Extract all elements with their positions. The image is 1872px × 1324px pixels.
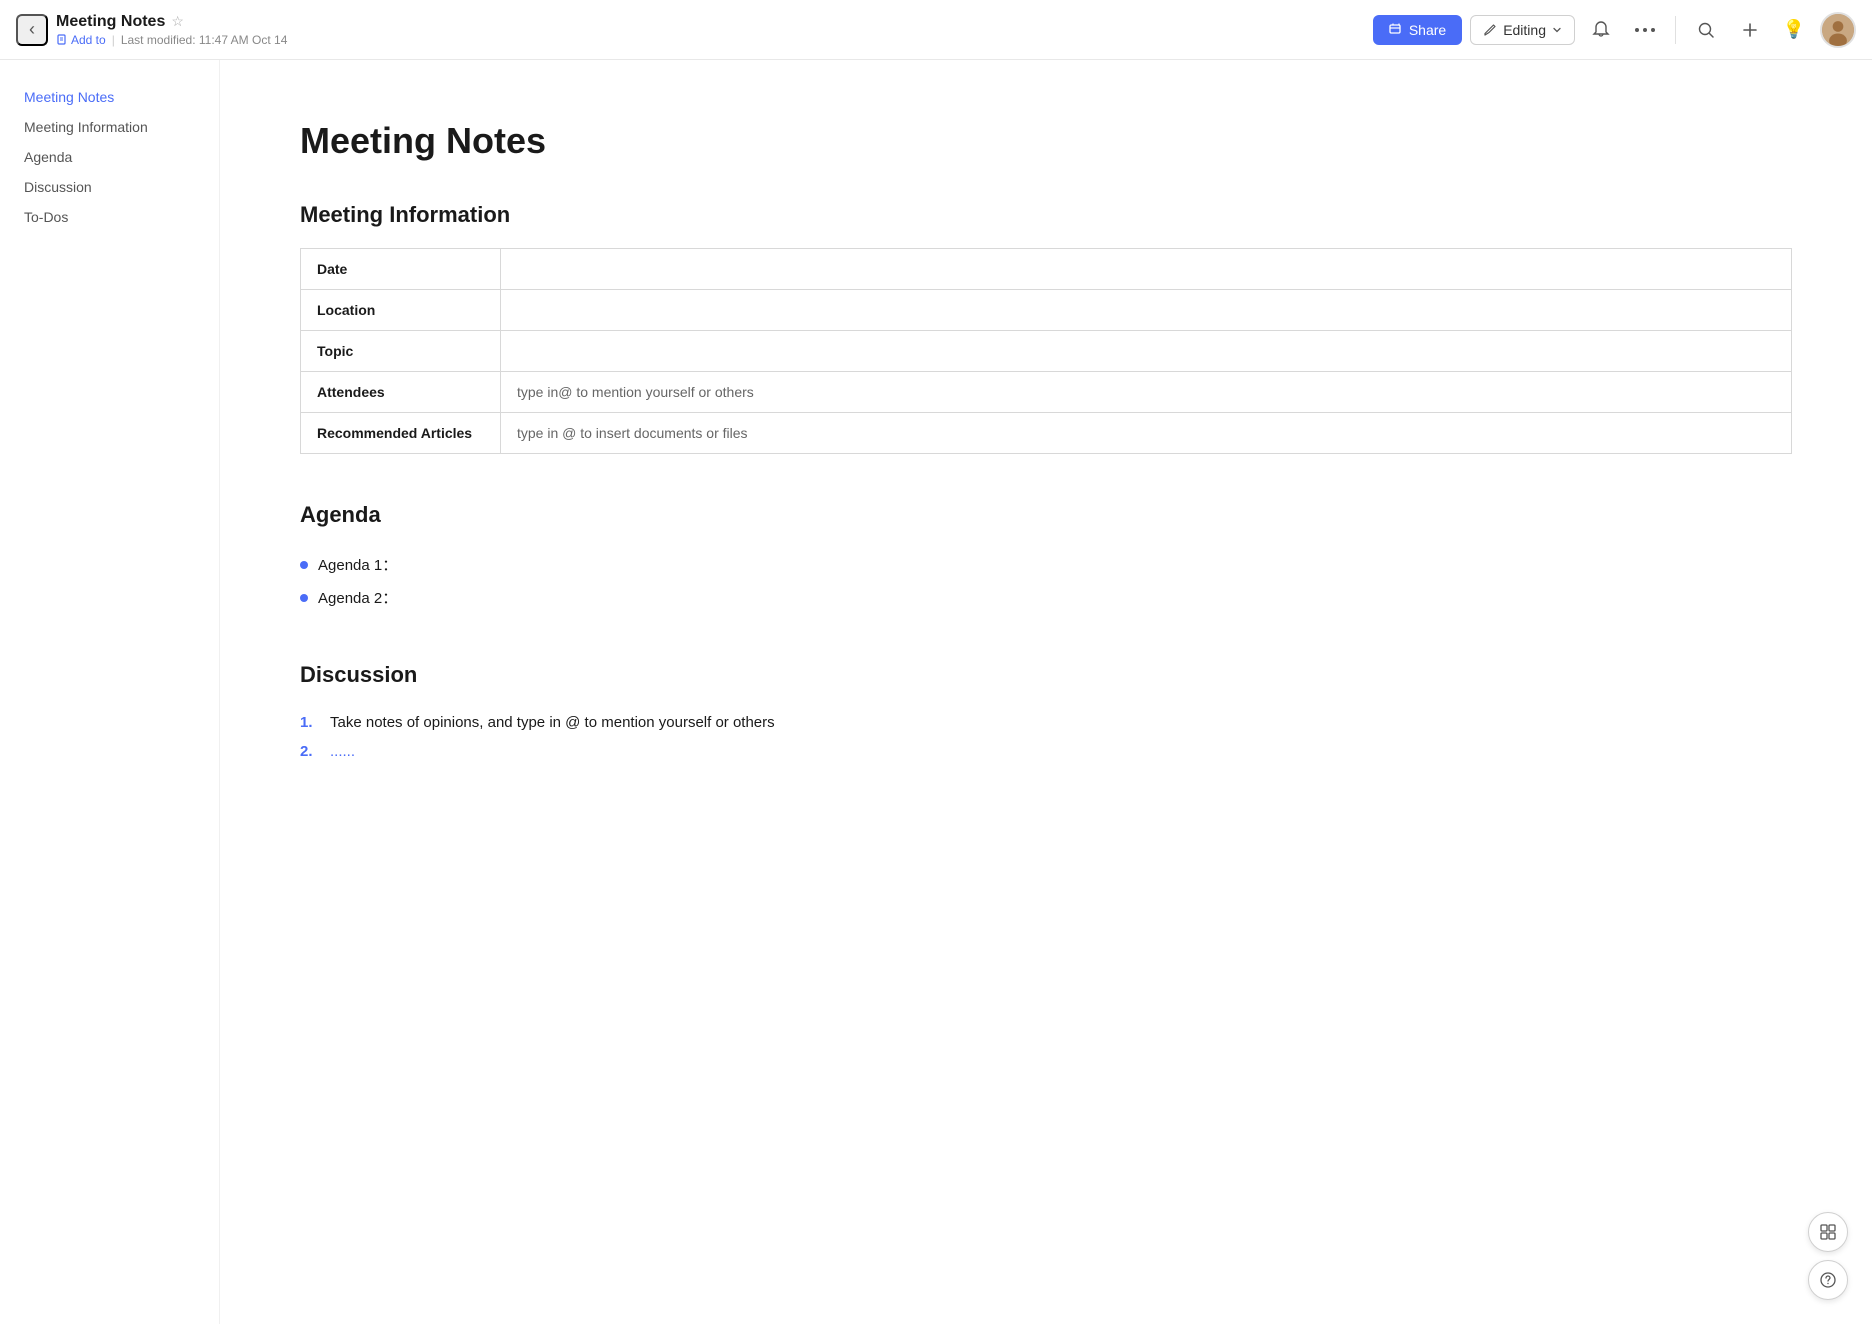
recommended-articles-label: Recommended Articles <box>301 413 501 454</box>
help-button[interactable] <box>1808 1260 1848 1300</box>
list-item: 1. Take notes of opinions, and type in @… <box>300 708 1792 737</box>
more-icon <box>1635 27 1655 33</box>
discussion-num-2: 2. <box>300 743 320 760</box>
add-to-link[interactable]: Add to <box>56 33 106 47</box>
plus-icon <box>1741 21 1759 39</box>
sidebar-item-meeting-notes[interactable]: Meeting Notes <box>16 84 203 110</box>
sidebar-item-todos[interactable]: To-Dos <box>16 204 203 230</box>
agenda-item-2[interactable]: Agenda 2： <box>318 587 397 608</box>
avatar[interactable] <box>1820 12 1856 48</box>
date-label: Date <box>301 249 501 290</box>
bulb-icon: 💡 <box>1783 19 1805 40</box>
table-row: Recommended Articles type in @ to insert… <box>301 413 1792 454</box>
bulb-button[interactable]: 💡 <box>1776 12 1812 48</box>
list-item: Agenda 1： <box>300 548 1792 581</box>
agenda-item-1[interactable]: Agenda 1： <box>318 554 397 575</box>
last-modified: Last modified: 11:47 AM Oct 14 <box>121 33 288 47</box>
back-button[interactable]: ‹ <box>16 14 48 46</box>
header: ‹ Meeting Notes ☆ Add to | Last modified… <box>0 0 1872 60</box>
sidebar-item-discussion[interactable]: Discussion <box>16 174 203 200</box>
discussion-heading: Discussion <box>300 662 1792 688</box>
editing-button[interactable]: Editing <box>1470 15 1575 45</box>
discussion-text-2[interactable]: ...... <box>330 743 355 760</box>
search-icon <box>1697 21 1715 39</box>
agenda-section: Agenda Agenda 1： Agenda 2： <box>300 502 1792 614</box>
agenda-list: Agenda 1： Agenda 2： <box>300 548 1792 614</box>
discussion-section: Discussion 1. Take notes of opinions, an… <box>300 662 1792 766</box>
location-value[interactable] <box>501 290 1792 331</box>
template-button[interactable] <box>1808 1212 1848 1252</box>
header-left: ‹ Meeting Notes ☆ Add to | Last modified… <box>16 13 1365 47</box>
help-icon <box>1819 1271 1837 1289</box>
edit-icon <box>1483 23 1497 37</box>
document-title: Meeting Notes <box>56 13 165 31</box>
share-icon <box>1389 23 1403 37</box>
attendees-value[interactable]: type in@ to mention yourself or others <box>501 372 1792 413</box>
table-row: Date <box>301 249 1792 290</box>
bullet-dot <box>300 561 308 569</box>
list-item: Agenda 2： <box>300 581 1792 614</box>
sidebar-item-meeting-information[interactable]: Meeting Information <box>16 114 203 140</box>
doc-title-row: Meeting Notes ☆ <box>56 13 287 31</box>
location-label: Location <box>301 290 501 331</box>
avatar-face <box>1822 14 1854 46</box>
meeting-information-heading: Meeting Information <box>300 202 1792 228</box>
search-button[interactable] <box>1688 12 1724 48</box>
table-row: Location <box>301 290 1792 331</box>
template-icon <box>1819 1223 1837 1241</box>
page-title: Meeting Notes <box>300 120 1792 162</box>
list-item: 2. ...... <box>300 737 1792 766</box>
table-row: Attendees type in@ to mention yourself o… <box>301 372 1792 413</box>
chevron-down-icon <box>1552 25 1562 35</box>
star-icon[interactable]: ☆ <box>171 13 184 30</box>
sidebar: Meeting Notes Meeting Information Agenda… <box>0 60 220 1324</box>
discussion-num-1: 1. <box>300 714 320 731</box>
file-icon <box>56 34 68 46</box>
bell-icon <box>1591 20 1611 40</box>
more-options-button[interactable] <box>1627 12 1663 48</box>
topic-label: Topic <box>301 331 501 372</box>
doc-title-area: Meeting Notes ☆ Add to | Last modified: … <box>56 13 287 47</box>
agenda-heading: Agenda <box>300 502 1792 528</box>
date-value[interactable] <box>501 249 1792 290</box>
header-right: Share Editing <box>1373 12 1856 48</box>
table-row: Topic <box>301 331 1792 372</box>
floating-buttons <box>1808 1212 1848 1300</box>
main-content: Meeting Notes Meeting Information Date L… <box>220 60 1872 1324</box>
bullet-dot <box>300 594 308 602</box>
avatar-image <box>1822 12 1854 48</box>
notification-button[interactable] <box>1583 12 1619 48</box>
doc-meta: Add to | Last modified: 11:47 AM Oct 14 <box>56 33 287 47</box>
add-button[interactable] <box>1732 12 1768 48</box>
layout: Meeting Notes Meeting Information Agenda… <box>0 60 1872 1324</box>
divider <box>1675 16 1676 44</box>
meta-divider: | <box>112 33 115 47</box>
discussion-text-1[interactable]: Take notes of opinions, and type in @ to… <box>330 714 775 731</box>
share-button[interactable]: Share <box>1373 15 1462 45</box>
sidebar-item-agenda[interactable]: Agenda <box>16 144 203 170</box>
attendees-label: Attendees <box>301 372 501 413</box>
recommended-articles-value[interactable]: type in @ to insert documents or files <box>501 413 1792 454</box>
meeting-information-section: Meeting Information Date Location Topic … <box>300 202 1792 454</box>
discussion-list: 1. Take notes of opinions, and type in @… <box>300 708 1792 766</box>
meeting-info-table: Date Location Topic Attendees type in@ t… <box>300 248 1792 454</box>
topic-value[interactable] <box>501 331 1792 372</box>
